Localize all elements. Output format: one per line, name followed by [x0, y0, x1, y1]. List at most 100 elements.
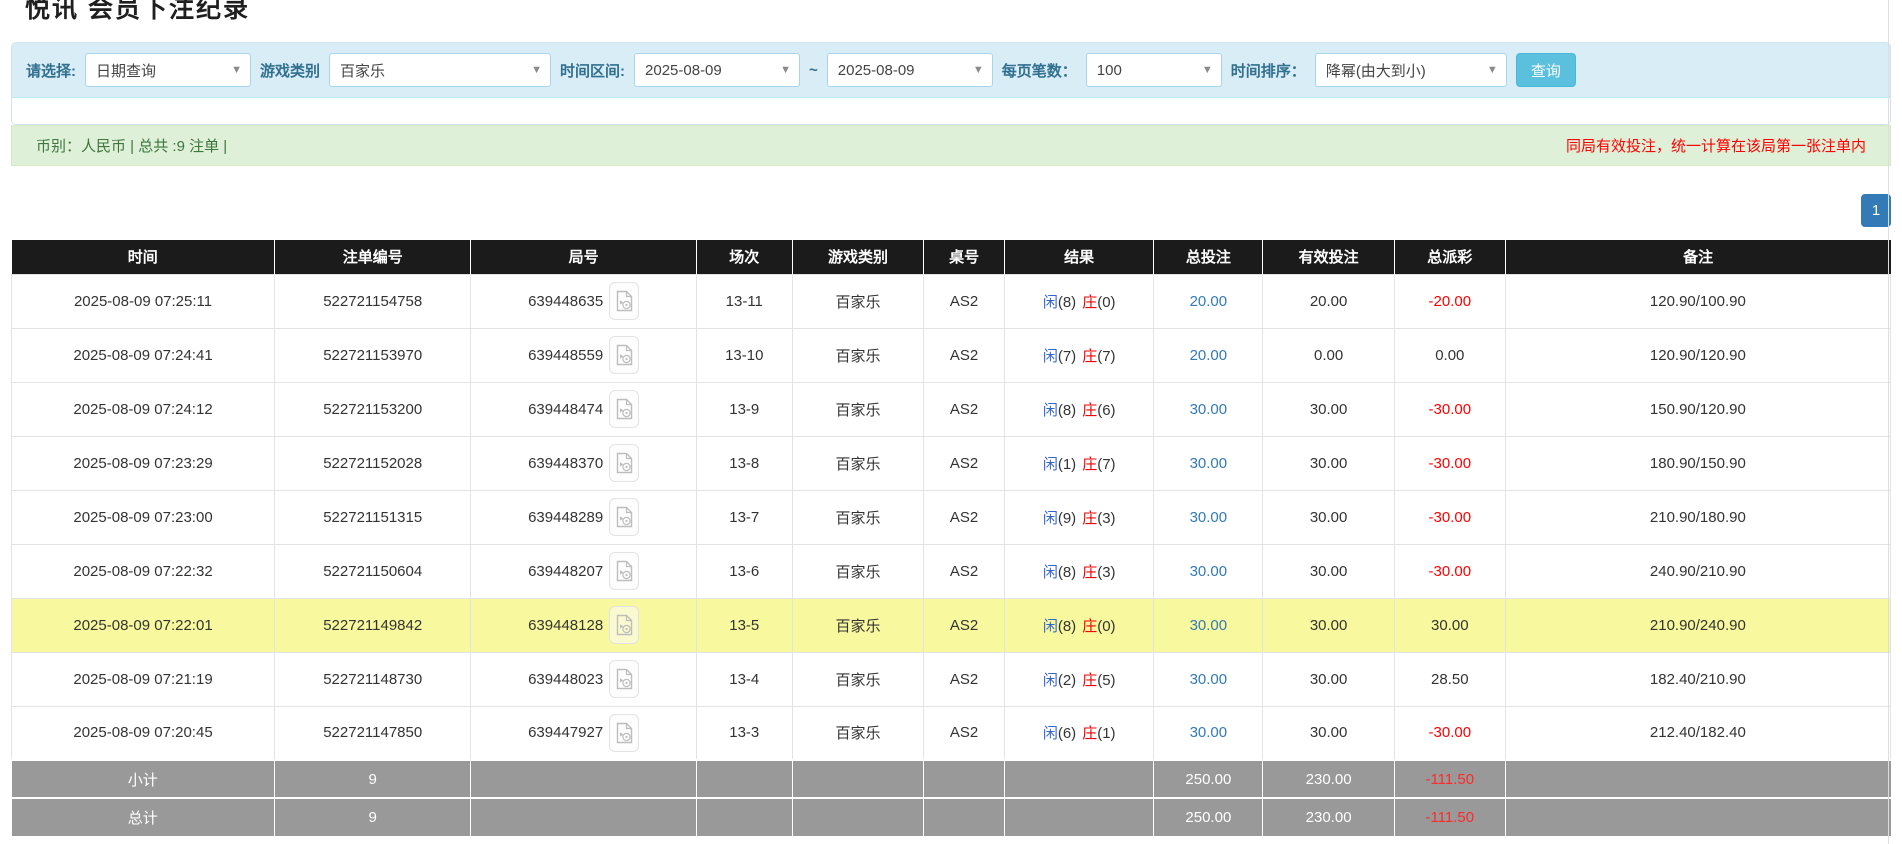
cell-result: 闲(8) 庄(0): [1005, 274, 1154, 328]
cell-note: 210.90/240.90: [1505, 598, 1890, 652]
cell-round-id: 639448023: [471, 652, 696, 706]
cell-session: 13-7: [696, 490, 792, 544]
col-result: 结果: [1005, 240, 1154, 274]
result-player-score: (8): [1058, 618, 1076, 635]
cell-payout: 30.00: [1394, 598, 1505, 652]
summary-label: 小计: [12, 760, 275, 798]
cell-total-bet: 30.00: [1154, 436, 1263, 490]
cell-bet-id: 522721148730: [275, 652, 471, 706]
col-time: 时间: [12, 240, 275, 274]
result-player-score: (8): [1058, 294, 1076, 311]
cell-bet-id: 522721153200: [275, 382, 471, 436]
round-id-value: 639448128: [528, 617, 603, 634]
summary-valid-bet: 230.00: [1263, 760, 1395, 798]
page-1-button[interactable]: 1: [1861, 194, 1891, 227]
page-size-select[interactable]: 100 ▼: [1086, 53, 1222, 87]
total-bet-link[interactable]: 20.00: [1190, 347, 1228, 364]
chevron-down-icon: ▼: [1487, 65, 1498, 76]
table-row: 2025-08-09 07:20:45 522721147850 6394479…: [12, 706, 1891, 760]
game-type-select[interactable]: 百家乐 ▼: [329, 53, 551, 87]
total-bet-link[interactable]: 30.00: [1190, 401, 1228, 418]
cell-note: 240.90/210.90: [1505, 544, 1890, 598]
summary-total-bet: 250.00: [1154, 760, 1263, 798]
video-replay-icon[interactable]: [609, 552, 639, 590]
video-replay-icon[interactable]: [609, 606, 639, 644]
result-banker-score: (7): [1097, 348, 1115, 365]
result-banker-label: 庄: [1082, 294, 1097, 311]
filter-bar: 请选择: 日期查询 ▼ 游戏类别 百家乐 ▼ 时间区间: 2025-08-09 …: [12, 43, 1890, 98]
cell-time: 2025-08-09 07:22:01: [12, 598, 275, 652]
video-replay-icon[interactable]: [609, 498, 639, 536]
result-banker-score: (0): [1097, 618, 1115, 635]
summary-total-bet: 250.00: [1154, 798, 1263, 836]
total-bet-link[interactable]: 30.00: [1190, 509, 1228, 526]
video-replay-icon[interactable]: [609, 336, 639, 374]
cell-time: 2025-08-09 07:25:11: [12, 274, 275, 328]
cell-round-id: 639448635: [471, 274, 696, 328]
date-to-select[interactable]: 2025-08-09 ▼: [827, 53, 993, 87]
date-to-value: 2025-08-09: [838, 62, 915, 79]
result-player-label: 闲: [1043, 294, 1058, 311]
time-sort-select[interactable]: 降幂(由大到小) ▼: [1315, 53, 1507, 87]
cell-total-bet: 20.00: [1154, 328, 1263, 382]
cell-note: 180.90/150.90: [1505, 436, 1890, 490]
query-type-value: 日期查询: [96, 60, 156, 81]
summary-row: 总计 9 250.00 230.00 -111.50: [12, 798, 1891, 836]
video-replay-icon[interactable]: [609, 660, 639, 698]
cell-session: 13-3: [696, 706, 792, 760]
total-bet-link[interactable]: 20.00: [1190, 293, 1228, 310]
result-player-score: (7): [1058, 348, 1076, 365]
cell-game-type: 百家乐: [792, 382, 924, 436]
cell-game-type: 百家乐: [792, 652, 924, 706]
cell-note: 120.90/100.90: [1505, 274, 1890, 328]
video-replay-icon[interactable]: [609, 390, 639, 428]
cell-time: 2025-08-09 07:24:12: [12, 382, 275, 436]
cell-bet-id: 522721154758: [275, 274, 471, 328]
result-banker-label: 庄: [1082, 510, 1097, 527]
cell-valid-bet: 30.00: [1263, 652, 1395, 706]
cell-note: 212.40/182.40: [1505, 706, 1890, 760]
cell-game-type: 百家乐: [792, 598, 924, 652]
table-row: 2025-08-09 07:22:32 522721150604 6394482…: [12, 544, 1891, 598]
video-replay-icon[interactable]: [609, 282, 639, 320]
cell-session: 13-5: [696, 598, 792, 652]
cell-session: 13-6: [696, 544, 792, 598]
video-replay-icon[interactable]: [609, 714, 639, 752]
result-banker-score: (0): [1097, 294, 1115, 311]
table-row: 2025-08-09 07:21:19 522721148730 6394480…: [12, 652, 1891, 706]
col-session: 场次: [696, 240, 792, 274]
cell-game-type: 百家乐: [792, 436, 924, 490]
cell-valid-bet: 30.00: [1263, 706, 1395, 760]
payout-rule-notice: 同局有效投注，统一计算在该局第一张注单内: [1566, 135, 1866, 156]
summary-count: 9: [275, 760, 471, 798]
total-bet-link[interactable]: 30.00: [1190, 671, 1228, 688]
cell-valid-bet: 30.00: [1263, 490, 1395, 544]
time-sort-value: 降幂(由大到小): [1326, 60, 1426, 81]
cell-table-no: AS2: [924, 382, 1005, 436]
cell-result: 闲(8)庄(3): [1005, 544, 1154, 598]
cell-total-bet: 30.00: [1154, 490, 1263, 544]
round-id-value: 639448289: [528, 509, 603, 526]
cell-valid-bet: 30.00: [1263, 382, 1395, 436]
page-size-label: 每页笔数：: [1002, 60, 1077, 81]
search-button[interactable]: 查询: [1516, 53, 1576, 87]
cell-bet-id: 522721150604: [275, 544, 471, 598]
result-player-score: (9): [1058, 510, 1076, 527]
summary-label: 总计: [12, 798, 275, 836]
cell-game-type: 百家乐: [792, 490, 924, 544]
date-from-select[interactable]: 2025-08-09 ▼: [634, 53, 800, 87]
result-banker-score: (3): [1097, 564, 1115, 581]
result-banker-score: (5): [1097, 672, 1115, 689]
result-banker-score: (1): [1097, 725, 1115, 742]
total-bet-link[interactable]: 30.00: [1190, 455, 1228, 472]
total-bet-link[interactable]: 30.00: [1190, 724, 1228, 741]
query-type-select[interactable]: 日期查询 ▼: [85, 53, 251, 87]
total-bet-link[interactable]: 30.00: [1190, 617, 1228, 634]
video-replay-icon[interactable]: [609, 444, 639, 482]
cell-result: 闲(2)庄(5): [1005, 652, 1154, 706]
cell-round-id: 639447927: [471, 706, 696, 760]
table-body: 2025-08-09 07:25:11 522721154758 6394486…: [12, 274, 1891, 760]
cell-table-no: AS2: [924, 544, 1005, 598]
total-bet-link[interactable]: 30.00: [1190, 563, 1228, 580]
cell-result: 闲(8)庄(6): [1005, 382, 1154, 436]
